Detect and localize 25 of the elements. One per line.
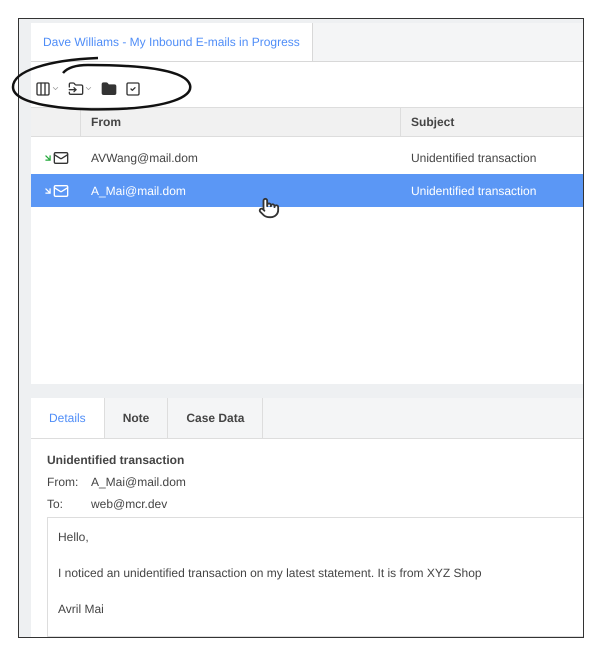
body-paragraph: Hello, [58, 529, 90, 546]
email-subject: Unidentified transaction [47, 452, 186, 469]
body-paragraph: I noticed an unidentified transaction on my latest statement. It is from XYZ Shop [58, 565, 483, 582]
checkbox-button[interactable] [125, 80, 141, 96]
subject-text: Unidentified transaction [410, 182, 538, 200]
from-label: From: [47, 474, 80, 491]
subject-text: Unidentified transaction [410, 150, 538, 166]
sender-text: AVWang@mail.dom [90, 150, 199, 166]
inbound-arrow-icon [43, 152, 53, 162]
folder-dropdown-button[interactable] [68, 80, 93, 96]
columns-dropdown-button[interactable] [35, 80, 60, 96]
hand-cursor-icon [258, 197, 280, 219]
caret-icon [51, 84, 60, 93]
body-paragraph: Avril Mai [58, 601, 105, 618]
to-label: To: [47, 496, 64, 513]
column-header[interactable]: From [81, 108, 401, 136]
caret-icon [84, 84, 93, 93]
sender-text: A_Mai@mail.dom [90, 182, 187, 200]
column-header[interactable]: Subject [401, 108, 583, 136]
inbound-arrow-icon [43, 186, 53, 196]
to-address: web@mcr.dev [91, 496, 168, 513]
envelope-icon [53, 150, 69, 166]
envelope-icon [53, 182, 69, 198]
from-address: A_Mai@mail.dom [91, 474, 186, 491]
folder-button[interactable] [101, 80, 117, 96]
